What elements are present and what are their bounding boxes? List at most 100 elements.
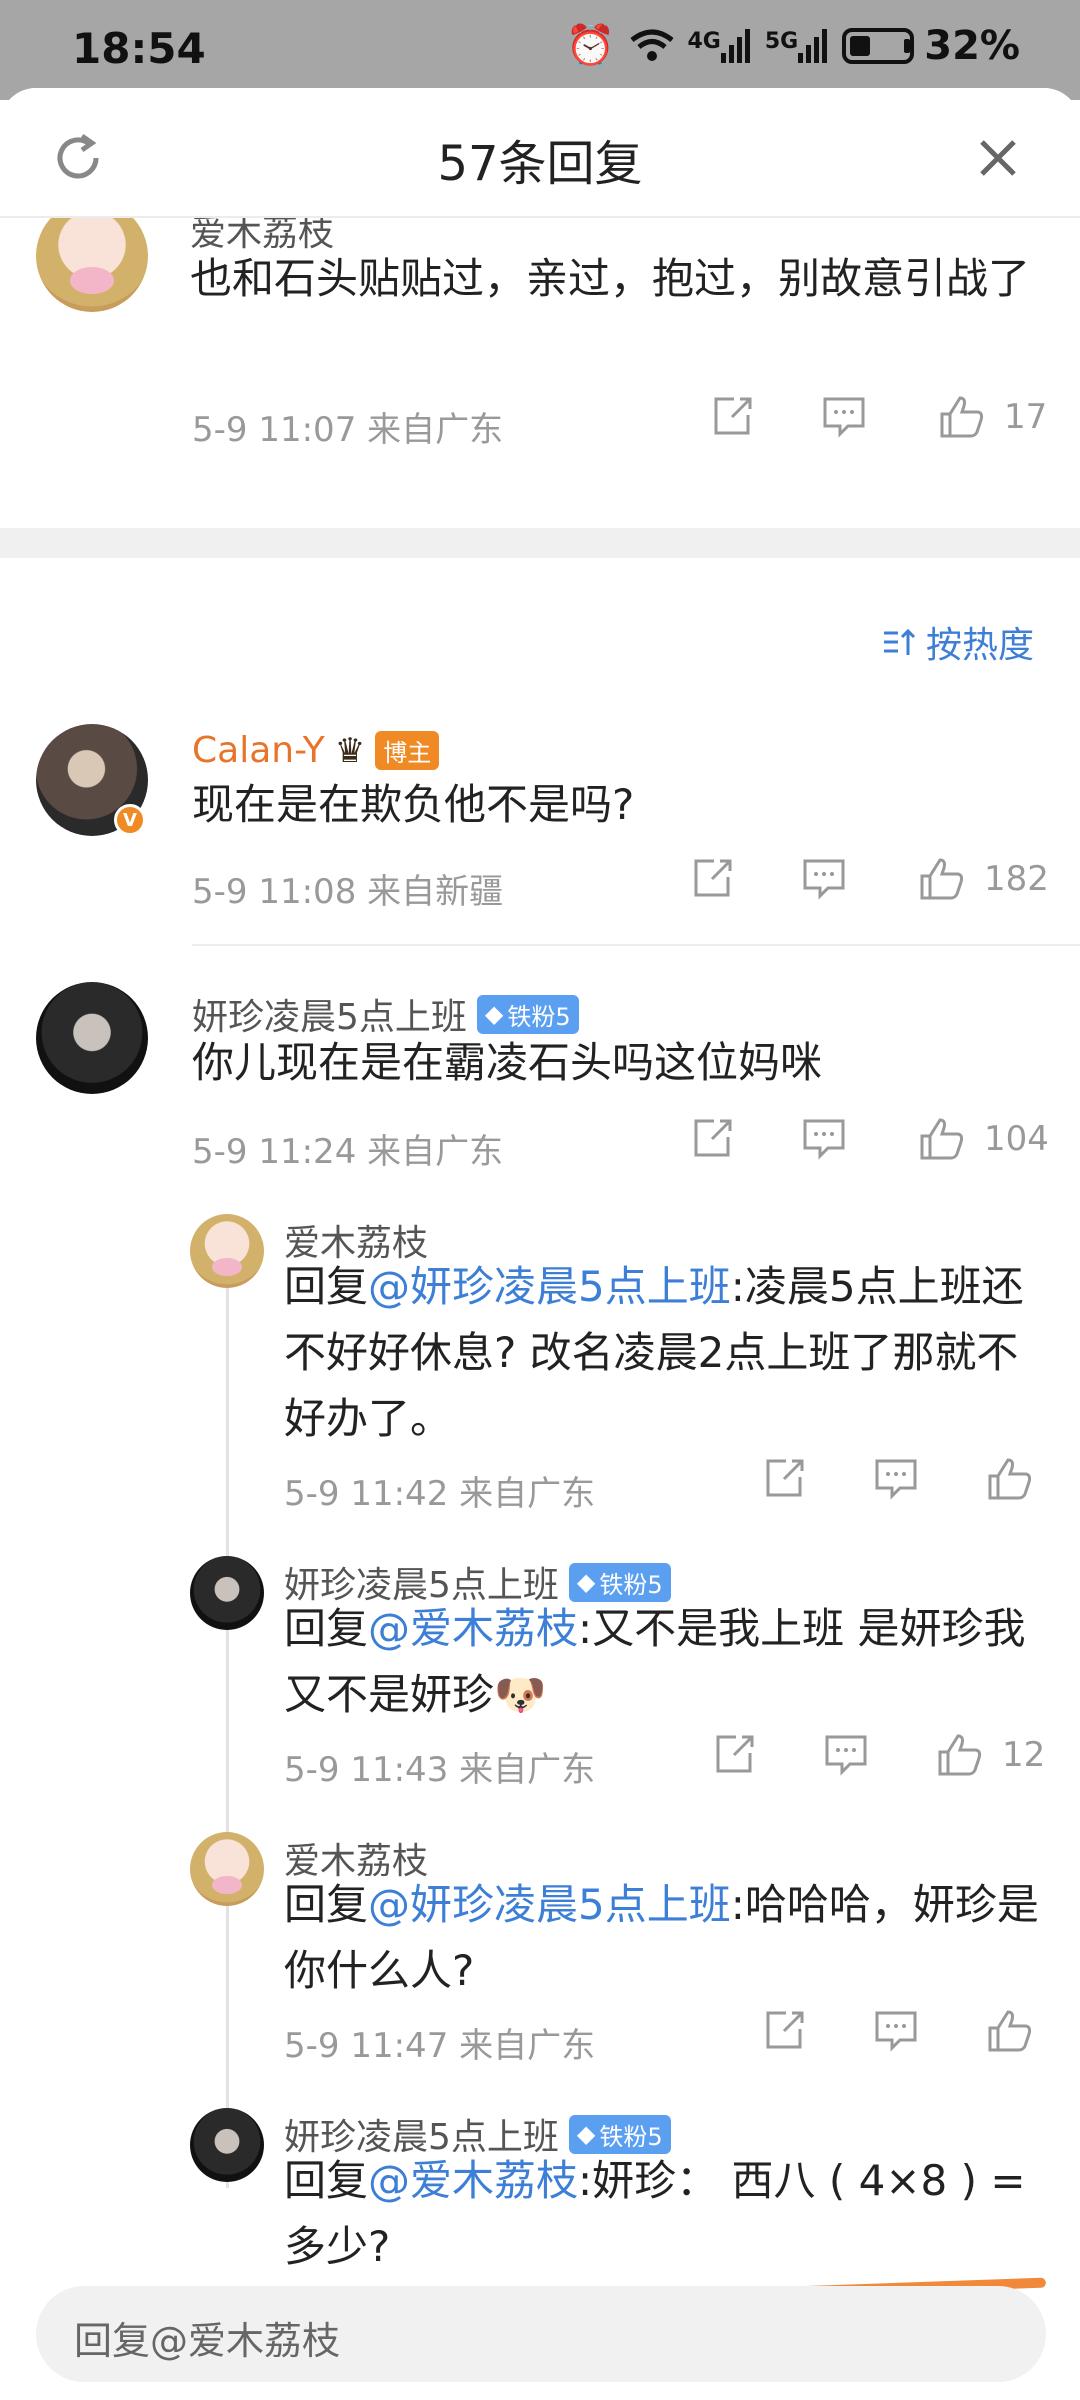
like-icon: [940, 396, 984, 438]
comment-icon: [875, 1459, 917, 1500]
comment-meta: 5-9 11:43 来自广东: [284, 1750, 596, 1790]
comment-button[interactable]: [822, 396, 866, 438]
diamond-icon: ◆: [576, 1568, 596, 1596]
comment-actions: 104: [690, 1116, 1049, 1162]
reply-text: 回复@爱木荔枝:又不是我上班 是妍珍我又不是妍珍🐶: [284, 1596, 1044, 1728]
status-bar: 18:54 ⏰ 4G 5G 32%: [0, 0, 1080, 100]
like-button[interactable]: 104: [918, 1116, 1049, 1162]
avatar[interactable]: [190, 2108, 264, 2182]
status-icons: ⏰ 4G 5G 32%: [565, 22, 1020, 70]
share-button[interactable]: [710, 395, 754, 439]
wifi-icon: [629, 28, 674, 64]
signal-4g-label: 4G: [687, 28, 721, 54]
fan-badge-label: 铁粉5: [599, 1570, 663, 1599]
comment-meta: 5-9 11:47 来自广东: [284, 2026, 596, 2066]
comment-actions: 12: [712, 1732, 1045, 1778]
sort-label: 按热度: [925, 625, 1034, 666]
comment-button[interactable]: [824, 1734, 868, 1776]
like-count: 182: [984, 859, 1049, 899]
mention-link[interactable]: @妍珍凌晨5点上班: [368, 1880, 731, 1929]
like-count: 104: [984, 1119, 1049, 1159]
comment-text: 也和石头贴贴过，亲过，抱过，别故意引战了: [190, 254, 1031, 303]
comment-actions: [762, 1456, 1034, 1502]
crown-icon: ♛: [334, 730, 366, 771]
comment-icon: [825, 1735, 867, 1776]
blogger-badge: 博主: [375, 731, 440, 770]
diamond-icon: ◆: [576, 2120, 596, 2148]
comment-text: 现在是在欺负他不是吗?: [192, 780, 635, 829]
reply-input-placeholder: 回复@爱木荔枝: [74, 2319, 341, 2363]
comment-actions: [762, 2008, 1034, 2054]
share-icon: [694, 859, 732, 897]
signal-5g-label: 5G: [764, 28, 799, 54]
comment-meta: 5-9 11:07 来自广东: [192, 410, 504, 450]
list-item: 爱木荔枝 也和石头贴贴过，亲过，抱过，别故意引战了 5-9 11:07 来自广东…: [0, 200, 1080, 618]
share-icon: [716, 1735, 754, 1773]
comment-actions: 17: [710, 394, 1047, 440]
share-button[interactable]: [712, 1733, 756, 1777]
like-button[interactable]: 182: [918, 856, 1049, 902]
comment-button[interactable]: [874, 2010, 918, 2052]
like-icon: [988, 1458, 1032, 1500]
comment-icon: [875, 2011, 917, 2052]
section-divider: [0, 528, 1080, 558]
comment-button[interactable]: [802, 858, 846, 900]
like-button[interactable]: [986, 2008, 1034, 2054]
share-button[interactable]: [690, 857, 734, 901]
share-icon: [766, 2011, 804, 2049]
share-icon: [714, 397, 752, 435]
sheet-title: 57条回复: [437, 136, 643, 192]
reply-item: 妍珍凌晨5点上班 ◆ 铁粉5 回复@爱木荔枝:又不是我上班 是妍珍我又不是妍珍🐶 …: [0, 1552, 1080, 1832]
replies-sheet: 57条回复 爱木荔枝 也和石头贴贴过，亲过，抱过，别故意引战了 5-9 11:0…: [0, 88, 1080, 2400]
sort-toggle[interactable]: 按热度: [882, 616, 1034, 668]
sheet-header: 57条回复: [0, 88, 1080, 218]
status-time: 18:54: [72, 24, 206, 73]
reply-input[interactable]: 回复@爱木荔枝: [36, 2286, 1046, 2382]
reply-item: 爱木荔枝 回复@妍珍凌晨5点上班:哈哈哈，妍珍是你什么人? 5-9 11:47 …: [0, 1828, 1080, 2108]
username-row: Calan-Y ♛ 博主: [192, 730, 440, 771]
avatar[interactable]: [190, 1556, 264, 1630]
avatar[interactable]: [190, 1214, 264, 1288]
mention-link[interactable]: @爱木荔枝: [368, 1604, 578, 1653]
alarm-icon: ⏰: [565, 23, 616, 69]
username[interactable]: Calan-Y: [192, 730, 325, 771]
diamond-icon: ◆: [484, 1000, 504, 1028]
battery-icon: [842, 27, 915, 64]
battery-percent: 32%: [924, 22, 1020, 69]
reply-prefix: 回复: [284, 1604, 369, 1653]
comment-icon: [803, 859, 845, 900]
comment-meta: 5-9 11:24 来自广东: [192, 1132, 504, 1172]
list-item: V Calan-Y ♛ 博主 现在是在欺负他不是吗? 5-9 11:08 来自新…: [0, 724, 1080, 974]
like-button[interactable]: [986, 1456, 1034, 1502]
like-icon: [988, 2010, 1032, 2052]
reply-item: 爱木荔枝 回复@妍珍凌晨5点上班:凌晨5点上班还不好好休息? 改名凌晨2点上班了…: [0, 1210, 1080, 1550]
comment-button[interactable]: [802, 1118, 846, 1160]
comment-icon: [803, 1119, 845, 1160]
reply-text: 回复@妍珍凌晨5点上班:凌晨5点上班还不好好休息? 改名凌晨2点上班了那就不好办…: [284, 1254, 1044, 1452]
close-icon: [980, 140, 1016, 176]
reply-item: 妍珍凌晨5点上班 ◆ 铁粉5 回复@爱木荔枝:妍珍： 西八 ( 4×8 ) =多少…: [0, 2104, 1080, 2304]
mention-link[interactable]: @妍珍凌晨5点上班: [368, 1262, 731, 1311]
avatar[interactable]: [36, 982, 148, 1094]
reply-text: 回复@爱木荔枝:妍珍： 西八 ( 4×8 ) =多少?: [284, 2148, 1054, 2280]
like-count: 12: [1002, 1735, 1046, 1775]
close-button[interactable]: [968, 128, 1028, 188]
fan-badge: ◆ 铁粉5: [476, 994, 579, 1034]
avatar[interactable]: [190, 1832, 264, 1906]
comment-text: 你儿现在是在霸凌石头吗这位妈咪: [192, 1038, 823, 1087]
like-button[interactable]: 17: [938, 394, 1047, 440]
like-icon: [920, 1118, 964, 1160]
share-button[interactable]: [690, 1117, 734, 1161]
sort-icon: [883, 628, 916, 655]
comment-meta: 5-9 11:42 来自广东: [284, 1474, 596, 1514]
share-button[interactable]: [762, 1457, 806, 1501]
like-icon: [920, 858, 964, 900]
signal-5g-icon: 5G: [764, 28, 828, 63]
mention-link[interactable]: @爱木荔枝: [368, 2156, 578, 2205]
reply-prefix: 回复: [284, 1262, 369, 1311]
like-button[interactable]: 12: [936, 1732, 1045, 1778]
comment-button[interactable]: [874, 1458, 918, 1500]
like-icon: [938, 1734, 982, 1776]
share-button[interactable]: [762, 2009, 806, 2053]
reply-prefix: 回复: [284, 2156, 369, 2205]
